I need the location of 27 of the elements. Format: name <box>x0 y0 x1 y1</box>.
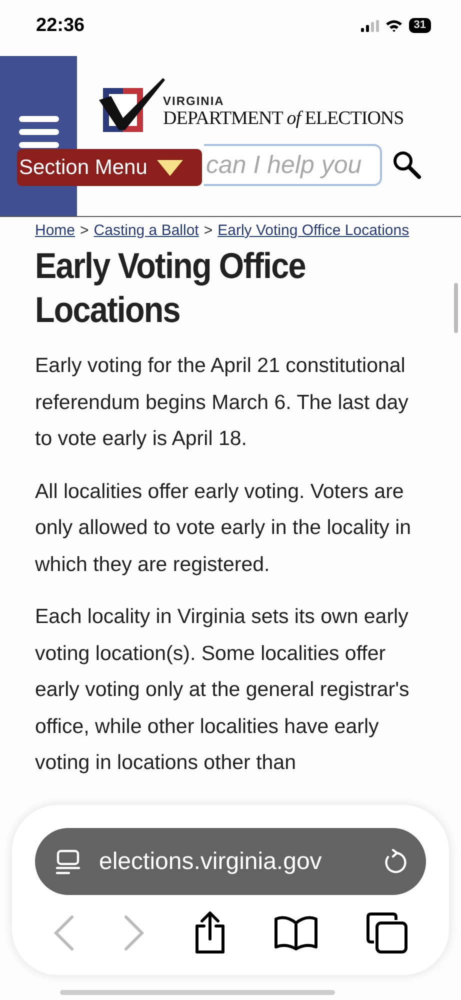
wifi-icon <box>384 19 403 32</box>
section-menu-button[interactable]: Section Menu <box>17 149 202 186</box>
breadcrumb-link[interactable]: Casting a Ballot <box>94 222 199 239</box>
breadcrumb-link[interactable]: Home <box>35 222 76 239</box>
search-icon[interactable] <box>392 150 422 180</box>
caret-icon <box>157 160 184 176</box>
page-menu-icon[interactable] <box>55 848 81 874</box>
url-text: elections.virginia.gov <box>99 848 323 876</box>
menu-icon[interactable] <box>18 114 58 150</box>
scrollbar <box>454 283 458 333</box>
breadcrumb-link[interactable]: Early Voting Office Locations <box>218 222 410 239</box>
share-icon[interactable] <box>192 911 226 955</box>
book-icon[interactable] <box>274 915 318 951</box>
page-title: Early Voting Office Locations <box>35 244 306 332</box>
signal-icon <box>360 20 379 32</box>
paragraph: All localities offer early voting. Voters are only allowed to vote early in the locality in which they are registered. <box>35 478 412 578</box>
reload-icon[interactable] <box>382 848 408 874</box>
battery-level: 31 <box>408 18 431 33</box>
status-time: 22:36 <box>36 14 85 36</box>
logo-text: VIRGINIA <box>163 94 226 108</box>
address-bar[interactable]: elections.virginia.gov <box>35 828 426 895</box>
paragraph: Each locality in Virginia sets its own early voting location(s). Some localities offer early voting only at the general registrar's office, while other localities have early voting in locations other than <box>35 604 410 776</box>
paragraph: Early voting for the April 21 constitutional referendum begins March 6. The last day to vote early is April 18. <box>35 353 410 452</box>
tabs-icon[interactable] <box>366 912 408 954</box>
search-field[interactable]: can I help you <box>204 144 382 186</box>
breadcrumb-separator: > <box>204 222 213 239</box>
breadcrumb-separator: > <box>80 222 89 239</box>
